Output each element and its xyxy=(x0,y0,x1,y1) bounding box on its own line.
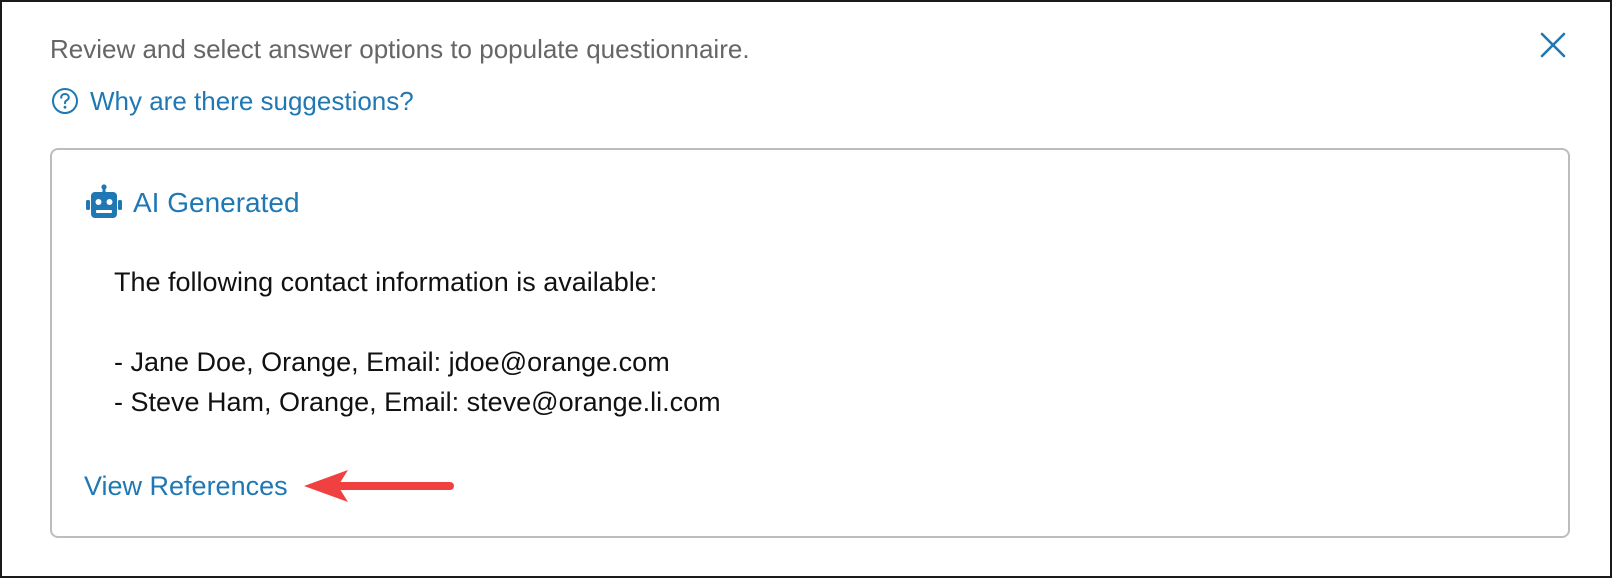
view-references-link[interactable]: View References xyxy=(84,468,288,504)
ai-suggestion-card: AI Generated The following contact infor… xyxy=(50,148,1570,538)
answer-intro: The following contact information is ava… xyxy=(114,267,658,297)
contact-line: - Steve Ham, Orange, Email: steve@orange… xyxy=(114,387,721,417)
question-circle-icon xyxy=(52,88,78,114)
references-row: View References xyxy=(84,466,456,506)
close-button[interactable] xyxy=(1538,30,1568,60)
ai-generated-label: AI Generated xyxy=(133,187,300,218)
robot-icon xyxy=(86,184,122,218)
answer-spacer xyxy=(114,302,721,342)
why-suggestions-label: Why are there suggestions? xyxy=(90,86,414,116)
suggestions-panel: Review and select answer options to popu… xyxy=(0,0,1612,578)
suggested-answer[interactable]: The following contact information is ava… xyxy=(114,262,721,422)
contact-line: - Jane Doe, Orange, Email: jdoe@orange.c… xyxy=(114,347,670,377)
instruction-text: Review and select answer options to popu… xyxy=(50,34,750,64)
red-arrow-icon xyxy=(303,470,454,502)
close-icon xyxy=(1540,32,1566,58)
ai-generated-badge: AI Generated xyxy=(85,184,300,222)
why-suggestions-link[interactable]: Why are there suggestions? xyxy=(50,84,414,118)
